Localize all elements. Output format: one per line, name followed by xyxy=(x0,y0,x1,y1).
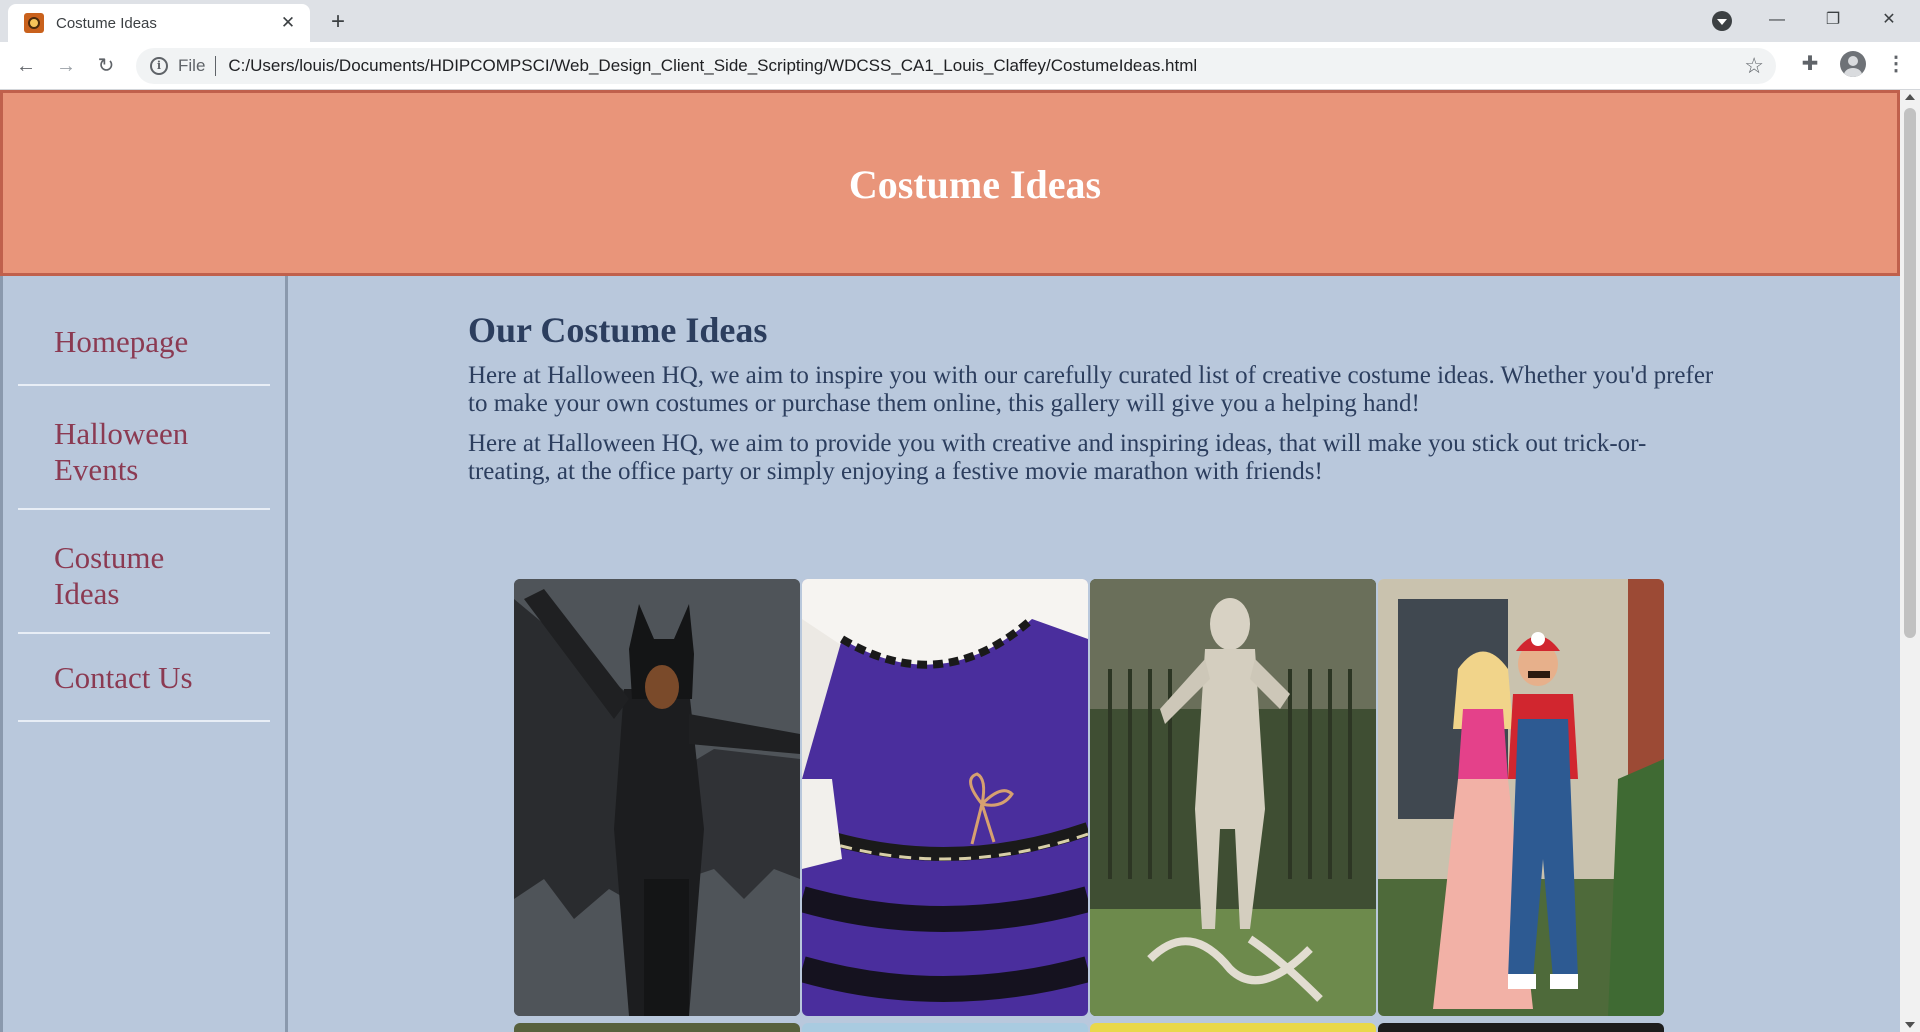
separator xyxy=(215,56,217,76)
url-text[interactable]: C:/Users/louis/Documents/HDIPCOMPSCI/Web… xyxy=(228,56,1197,76)
gallery-photo-partial[interactable] xyxy=(802,1023,1088,1032)
nav-item-label: Events xyxy=(54,452,139,487)
nav-item-label: Contact Us xyxy=(54,660,193,695)
scrollbar-thumb[interactable] xyxy=(1904,108,1916,638)
tab-strip: Costume Ideas ✕ + — ❐ ✕ xyxy=(0,0,1920,42)
nav-item-label: Homepage xyxy=(54,324,189,359)
tab-title: Costume Ideas xyxy=(56,14,157,32)
gallery-photo-partial[interactable] xyxy=(514,1023,800,1032)
nav-item-label: Ideas xyxy=(54,576,120,611)
nav-item-label: Halloween xyxy=(54,416,189,451)
back-icon[interactable]: ← xyxy=(10,50,42,82)
main-content: Our Costume Ideas Here at Halloween HQ, … xyxy=(468,308,1728,486)
browser-toolbar: ← → ↻ i File C:/Users/louis/Documents/HD… xyxy=(0,42,1920,90)
tab-close-icon[interactable]: ✕ xyxy=(278,13,298,33)
bat-costume-photo[interactable] xyxy=(514,579,800,1016)
profile-icon[interactable] xyxy=(1840,51,1866,77)
nav-item-label: Costume xyxy=(54,540,165,575)
mummy-costume-photo[interactable] xyxy=(1090,579,1376,1016)
forward-icon[interactable]: → xyxy=(50,50,82,82)
tab-search-icon[interactable] xyxy=(1712,11,1732,31)
new-tab-button[interactable]: + xyxy=(324,8,352,36)
scroll-down-icon[interactable] xyxy=(1905,1022,1915,1028)
content-title: Our Costume Ideas xyxy=(468,310,768,350)
reload-icon[interactable]: ↻ xyxy=(90,50,122,82)
page-viewport: Costume Ideas Homepage Halloween Events … xyxy=(0,90,1900,1032)
scheme-label: File xyxy=(178,56,206,75)
page-scrollbar[interactable] xyxy=(1900,90,1920,1032)
gallery-photo-partial[interactable] xyxy=(1090,1023,1376,1032)
nav-item-contact-us[interactable]: Contact Us xyxy=(18,634,270,722)
extensions-icon[interactable]: ✚ xyxy=(1796,50,1824,78)
site-title: Costume Ideas xyxy=(848,161,1102,207)
close-icon[interactable]: ✕ xyxy=(1866,0,1912,40)
intro-paragraph: Here at Halloween HQ, we aim to provide … xyxy=(468,430,1647,485)
gallery-photo-partial[interactable] xyxy=(1378,1023,1664,1032)
mario-peach-costume-photo[interactable] xyxy=(1378,579,1664,1016)
menu-icon[interactable]: ⋮ xyxy=(1886,50,1906,78)
maximize-icon[interactable]: ❐ xyxy=(1810,0,1856,40)
address-bar[interactable]: i File C:/Users/louis/Documents/HDIPCOMP… xyxy=(136,48,1776,84)
minimize-icon[interactable]: — xyxy=(1754,0,1800,40)
sidebar-nav: Homepage Halloween Events Costume Ideas … xyxy=(0,276,288,1032)
pumpkin-favicon-icon xyxy=(24,13,44,33)
nav-item-halloween-events[interactable]: Halloween Events xyxy=(18,386,270,510)
browser-tab[interactable]: Costume Ideas ✕ xyxy=(8,4,310,42)
nav-item-costume-ideas[interactable]: Costume Ideas xyxy=(18,510,270,634)
info-icon[interactable]: i xyxy=(150,57,168,75)
intro-paragraph: Here at Halloween HQ, we aim to inspire … xyxy=(468,362,1714,417)
nav-item-homepage[interactable]: Homepage xyxy=(18,276,270,386)
site-header: Costume Ideas xyxy=(0,90,1900,276)
star-icon[interactable]: ☆ xyxy=(1744,54,1764,78)
scroll-up-icon[interactable] xyxy=(1905,94,1915,100)
purple-knit-dress-photo[interactable] xyxy=(802,579,1088,1016)
